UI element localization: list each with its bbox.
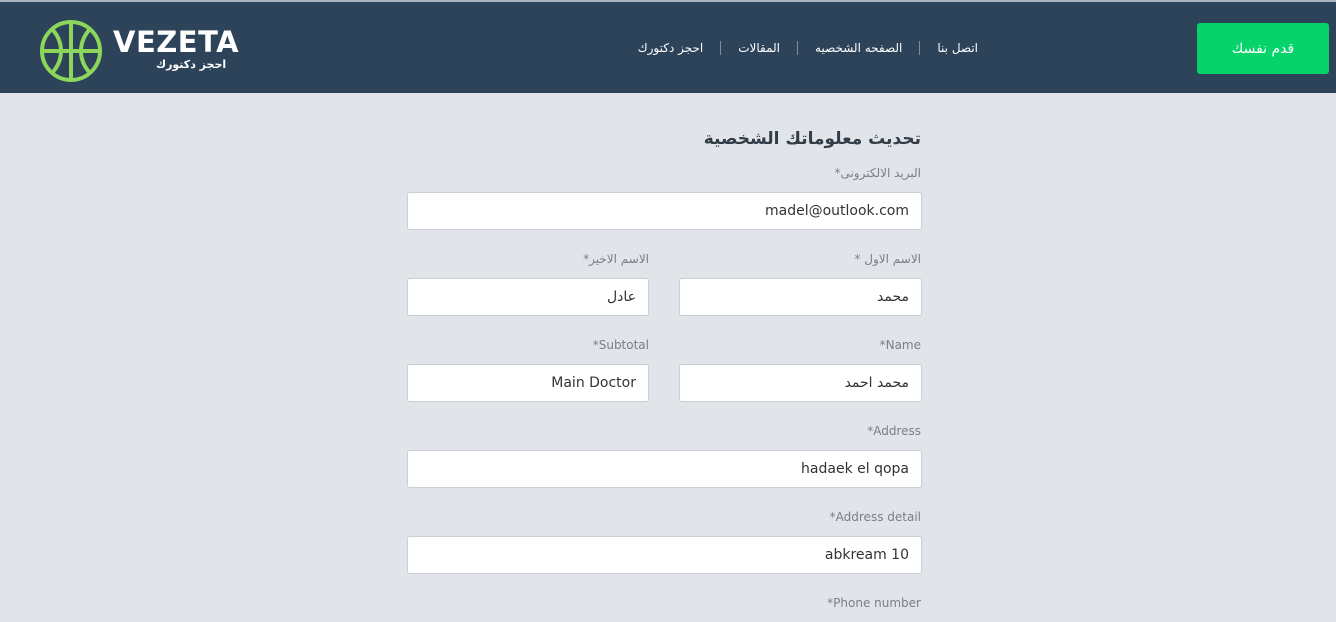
brand-name: VEZETA: [113, 25, 240, 59]
brand-tagline: احجز دكتورك: [156, 58, 227, 71]
form-title: تحديث معلوماتك الشخصية: [703, 129, 921, 149]
last-name-label: الاسم الاخير*: [583, 252, 649, 266]
basketball-icon: [40, 20, 102, 82]
address-label: *Address: [867, 424, 921, 438]
name-label: *Name: [879, 338, 921, 352]
name-field[interactable]: [679, 364, 922, 402]
last-name-field[interactable]: [407, 278, 649, 316]
subtotal-label: *Subtotal: [592, 338, 649, 352]
nav-link-book-doctor[interactable]: احجز دكتورك: [638, 39, 704, 57]
nav-divider: [919, 41, 921, 55]
nav-divider: [797, 41, 799, 55]
join-button[interactable]: قدم نفسك: [1197, 23, 1329, 74]
email-label: البريد الالكترونى*: [834, 166, 921, 180]
nav-link-profile[interactable]: الصفحه الشخصيه: [815, 39, 902, 57]
nav-link-contact[interactable]: اتصل بنا: [937, 39, 978, 57]
address-detail-label: *Address detail: [829, 510, 921, 524]
logo[interactable]: VEZETA احجز دكتورك: [40, 20, 240, 84]
address-detail-field[interactable]: [407, 536, 922, 574]
main-nav: اتصل بنا الصفحه الشخصيه المقالات احجز دك…: [638, 39, 978, 57]
nav-link-articles[interactable]: المقالات: [738, 39, 780, 57]
email-field[interactable]: [407, 192, 922, 230]
address-field[interactable]: [407, 450, 922, 488]
nav-divider: [720, 41, 722, 55]
navbar: VEZETA احجز دكتورك اتصل بنا الصفحه الشخص…: [0, 2, 1336, 93]
subtotal-field[interactable]: [407, 364, 649, 402]
phone-label: *Phone number: [827, 596, 921, 610]
first-name-label: الاسم الاول *: [854, 252, 921, 266]
first-name-field[interactable]: [679, 278, 922, 316]
